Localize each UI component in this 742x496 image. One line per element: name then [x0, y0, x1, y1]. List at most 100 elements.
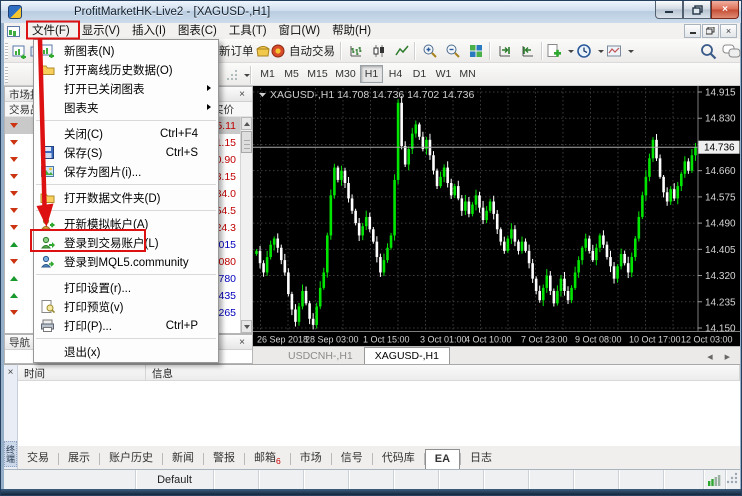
timeframe-button-M1[interactable]: M1 [256, 65, 279, 83]
mdi-close-button[interactable]: × [720, 24, 737, 38]
timeframe-button-MN[interactable]: MN [456, 65, 479, 83]
terminal-tab-6[interactable]: 市场 [291, 446, 331, 469]
market-watch-scrollbar[interactable] [240, 117, 252, 333]
terminal-tab-10[interactable]: 日志 [461, 446, 501, 469]
file-menu-item-print-setup[interactable]: 打印设置(r)... [34, 278, 218, 297]
chart-shift-button[interactable] [517, 42, 539, 60]
svg-text:14.320: 14.320 [705, 271, 736, 282]
tab-label: 邮箱 [254, 452, 276, 464]
restore-button[interactable] [683, 1, 711, 19]
new-chart-icon [40, 43, 55, 58]
terminal-tab-0[interactable]: 交易 [18, 446, 58, 469]
scroll-up-icon[interactable] [241, 117, 252, 130]
file-menu-item-close[interactable]: 关闭(C)Ctrl+F4 [34, 124, 218, 143]
status-cell-empty [619, 470, 664, 489]
terminal-tab-1[interactable]: 展示 [59, 446, 99, 469]
conn-icon [708, 474, 721, 486]
search-button[interactable] [697, 42, 719, 60]
file-menu-item-exit[interactable]: 退出(x) [34, 342, 218, 361]
line-chart-mode-button[interactable] [391, 42, 413, 60]
file-menu-item-open-data-folder[interactable]: 打开数据文件夹(D) [34, 188, 218, 207]
file-menu-item-open-demo-account[interactable]: 开新模拟帐户(A) [34, 214, 218, 233]
chart-tab-XAGUSDH1[interactable]: XAGUSD-,H1 [364, 347, 450, 364]
terminal-tab-4[interactable]: 警报 [204, 446, 244, 469]
timeframe-button-D1[interactable]: D1 [408, 65, 431, 83]
autotrading-button[interactable]: 自动交易 [270, 42, 335, 60]
zoom-in-button[interactable] [419, 42, 441, 60]
menubar-item-4[interactable]: 工具(T) [223, 23, 273, 39]
price-down-icon [10, 157, 18, 162]
periodicity-dropdown-button[interactable] [226, 66, 250, 84]
chart-tabs-scroll-arrows[interactable]: ◀ ▶ [707, 353, 735, 361]
new-order-label: 新订单 [219, 43, 254, 59]
scrollbar-thumb[interactable] [241, 131, 252, 153]
file-menu-item-print-preview[interactable]: 打印预览(v) [34, 297, 218, 316]
price-up-icon [10, 276, 18, 281]
terminal-vertical-tab[interactable]: 终端 [4, 441, 17, 467]
status-profile[interactable]: Default [136, 470, 214, 489]
auto-scroll-button[interactable] [494, 42, 516, 60]
search-icon [700, 43, 717, 60]
price-down-icon [10, 191, 18, 196]
market-watch-close-icon[interactable]: × [236, 89, 248, 100]
window-frame-bottom [1, 489, 742, 495]
mdi-restore-button[interactable] [702, 24, 719, 38]
mdi-minimize-button[interactable] [684, 24, 701, 38]
file-menu-item-save[interactable]: 保存(S)Ctrl+S [34, 143, 218, 162]
menubar-item-5[interactable]: 窗口(W) [273, 23, 327, 39]
navigator-title: 导航 [9, 335, 30, 350]
file-menu-item-chart-profiles[interactable]: 图表夹 [34, 98, 218, 117]
close-button[interactable]: × [711, 1, 739, 19]
terminal-tab-2[interactable]: 账户历史 [100, 446, 162, 469]
message-column-header[interactable]: 信息 [146, 365, 740, 380]
tile-windows-button[interactable] [465, 42, 487, 60]
timeframe-button-H1[interactable]: H1 [360, 65, 383, 83]
timeframe-button-M5[interactable]: M5 [280, 65, 303, 83]
price-chart[interactable]: 14.91514.83014.74514.66014.57514.49014.4… [253, 86, 740, 346]
terminal-tab-active-9[interactable]: EA [425, 449, 460, 469]
timeframe-button-W1[interactable]: W1 [432, 65, 455, 83]
time-column-header[interactable]: 时间 [18, 365, 146, 380]
scroll-down-icon[interactable] [241, 320, 252, 333]
zoom-out-icon [445, 43, 461, 59]
chat-button[interactable] [720, 42, 742, 60]
terminal-close-icon[interactable]: × [5, 367, 17, 378]
file-menu-item-login-mql5[interactable]: 登录到MQL5.community [34, 252, 218, 271]
file-menu-item-print[interactable]: 打印(P)...Ctrl+P [34, 316, 218, 335]
indicators-dropdown-button[interactable] [546, 42, 574, 60]
toolbar-grip[interactable] [5, 67, 8, 83]
terminal-column-headers: 时间 信息 [18, 365, 740, 381]
periods-dropdown-button[interactable] [576, 42, 604, 60]
menubar-item-1[interactable]: 显示(V) [76, 23, 126, 39]
file-menu-item-new-chart[interactable]: 新图表(N) [34, 41, 218, 60]
terminal-tab-7[interactable]: 信号 [332, 446, 372, 469]
timeframe-button-H4[interactable]: H4 [384, 65, 407, 83]
new-chart-icon [12, 44, 27, 59]
svg-text:3 Oct 01:00: 3 Oct 01:00 [420, 335, 467, 345]
toolbar-separator [250, 66, 251, 84]
menubar-item-0[interactable]: 文件(F) [26, 23, 76, 39]
file-menu-item-save-as-picture[interactable]: 保存为图片(i)... [34, 162, 218, 181]
zoom-out-button[interactable] [442, 42, 464, 60]
resize-grip[interactable] [726, 470, 740, 489]
timeframe-button-M15[interactable]: M15 [304, 65, 331, 83]
file-menu-item-login-trade-account[interactable]: 登录到交易账户(L) [34, 233, 218, 252]
chart-tab-USDCNHH1[interactable]: USDCNH-,H1 [277, 347, 364, 364]
minimize-button[interactable] [655, 1, 683, 19]
bar-chart-mode-button[interactable] [345, 42, 367, 60]
menubar-item-6[interactable]: 帮助(H) [326, 23, 377, 39]
toolbar-separator [340, 42, 341, 60]
menubar-item-3[interactable]: 图表(C) [172, 23, 223, 39]
terminal-tab-3[interactable]: 新闻 [163, 446, 203, 469]
file-menu-item-open-closed-charts[interactable]: 打开已关闭图表 [34, 79, 218, 98]
candlestick-mode-button[interactable] [368, 42, 390, 60]
templates-dropdown-button[interactable] [606, 42, 634, 60]
submenu-arrow-icon [207, 104, 211, 110]
menu-item-label: 打开离线历史数据(O) [64, 62, 173, 78]
terminal-tab-5[interactable]: 邮箱6 [245, 446, 290, 469]
file-menu-item-open-offline-history[interactable]: 打开离线历史数据(O) [34, 60, 218, 79]
menubar-item-2[interactable]: 插入(I) [126, 23, 172, 39]
terminal-tab-8[interactable]: 代码库 [373, 446, 424, 469]
navigator-close-icon[interactable]: × [236, 337, 248, 348]
timeframe-button-M30[interactable]: M30 [332, 65, 359, 83]
